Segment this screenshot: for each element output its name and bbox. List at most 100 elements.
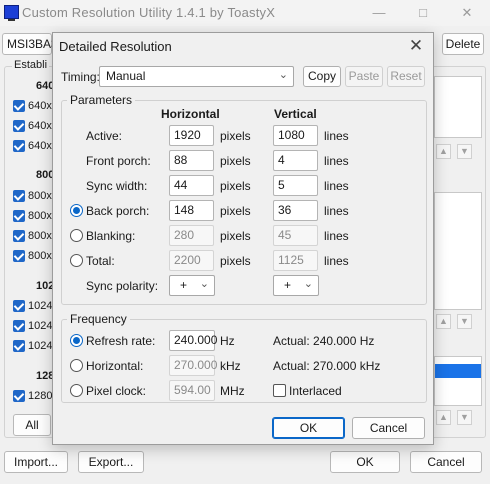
main-cancel-button[interactable]: Cancel: [410, 451, 482, 473]
horizontal-freq-radio[interactable]: [70, 359, 83, 372]
pixels-unit: pixels: [220, 229, 251, 243]
delete-button[interactable]: Delete: [442, 33, 484, 55]
list-selection[interactable]: [435, 364, 481, 378]
checkbox-800-1[interactable]: [13, 190, 25, 202]
detailed-list[interactable]: [434, 76, 482, 138]
ok-button[interactable]: OK: [272, 417, 345, 439]
refresh-rate-radio[interactable]: [70, 334, 83, 347]
sync-polarity-label: Sync polarity:: [86, 279, 159, 293]
checkbox-640-1[interactable]: [13, 100, 25, 112]
mode-label: 800x: [28, 230, 52, 242]
mode-label: 1280: [28, 390, 53, 402]
front-porch-v-input[interactable]: 4: [273, 150, 318, 171]
main-ok-button[interactable]: OK: [330, 451, 400, 473]
mode-label: 1024: [28, 340, 53, 352]
horizontal-freq-label[interactable]: Horizontal:: [86, 359, 143, 373]
mode-label: 640x: [28, 140, 52, 152]
active-h-input[interactable]: 1920: [169, 125, 214, 146]
arrow-down-icon[interactable]: ▼: [457, 144, 472, 159]
blanking-v-input[interactable]: 45: [273, 225, 318, 246]
pixels-unit: pixels: [220, 179, 251, 193]
dialog-title: Detailed Resolution: [59, 39, 172, 54]
total-label[interactable]: Total:: [86, 254, 115, 268]
checkbox-1024-2[interactable]: [13, 320, 25, 332]
lines-unit: lines: [324, 129, 349, 143]
lines-unit: lines: [324, 204, 349, 218]
timing-dropdown[interactable]: Manual ⌄: [99, 66, 294, 87]
mhz-unit: MHz: [220, 384, 245, 398]
chevron-down-icon: ⌄: [278, 69, 288, 81]
blanking-radio[interactable]: [70, 229, 83, 242]
frequency-title: Frequency: [67, 312, 130, 326]
pixel-clock-label[interactable]: Pixel clock:: [86, 384, 146, 398]
checkbox-1024-1[interactable]: [13, 300, 25, 312]
pixels-unit: pixels: [220, 254, 251, 268]
all-button[interactable]: All: [13, 414, 51, 436]
arrow-down-icon[interactable]: ▼: [457, 314, 472, 329]
khz-unit: kHz: [220, 359, 241, 373]
maximize-icon[interactable]: □: [408, 3, 438, 23]
checkbox-640-3[interactable]: [13, 140, 25, 152]
total-v-input[interactable]: 1125: [273, 250, 318, 271]
monitor-select[interactable]: MSI3BA3: [2, 33, 58, 55]
standard-list[interactable]: [434, 192, 482, 310]
sync-width-label: Sync width:: [86, 179, 148, 193]
refresh-rate-input[interactable]: 240.000: [169, 330, 217, 351]
detailed-resolution-dialog: Detailed Resolution ✕ Timing: Manual ⌄ C…: [52, 32, 434, 445]
active-v-input[interactable]: 1080: [273, 125, 318, 146]
arrow-up-icon[interactable]: ▲: [436, 144, 451, 159]
lines-unit: lines: [324, 229, 349, 243]
arrow-down-icon[interactable]: ▼: [457, 410, 472, 425]
checkbox-800-3[interactable]: [13, 230, 25, 242]
blanking-h-input[interactable]: 280: [169, 225, 214, 246]
horizontal-actual: Actual: 270.000 kHz: [273, 359, 381, 373]
reset-button[interactable]: Reset: [387, 66, 425, 87]
mode-label: 800x: [28, 210, 52, 222]
cancel-button[interactable]: Cancel: [352, 417, 425, 439]
parameters-title: Parameters: [67, 93, 136, 107]
vertical-header: Vertical: [274, 107, 317, 121]
minimize-icon[interactable]: —: [364, 3, 394, 23]
front-porch-label: Front porch:: [86, 154, 151, 168]
checkbox-640-2[interactable]: [13, 120, 25, 132]
copy-button[interactable]: Copy: [303, 66, 341, 87]
close-icon[interactable]: ✕: [452, 3, 482, 23]
arrow-up-icon[interactable]: ▲: [436, 314, 451, 329]
back-porch-label[interactable]: Back porch:: [86, 204, 149, 218]
interlaced-checkbox[interactable]: [273, 384, 286, 397]
lines-unit: lines: [324, 254, 349, 268]
horizontal-freq-input[interactable]: 270.000: [169, 355, 217, 376]
lines-unit: lines: [324, 154, 349, 168]
paste-button[interactable]: Paste: [345, 66, 383, 87]
front-porch-h-input[interactable]: 88: [169, 150, 214, 171]
arrow-up-icon[interactable]: ▲: [436, 410, 451, 425]
refresh-rate-label[interactable]: Refresh rate:: [86, 334, 155, 348]
blanking-label[interactable]: Blanking:: [86, 229, 135, 243]
checkbox-800-4[interactable]: [13, 250, 25, 262]
mode-label: 800x: [28, 250, 52, 262]
pixels-unit: pixels: [220, 204, 251, 218]
total-h-input[interactable]: 2200: [169, 250, 214, 271]
checkbox-1280-1[interactable]: [13, 390, 25, 402]
checkbox-1024-3[interactable]: [13, 340, 25, 352]
sync-polarity-h-dropdown[interactable]: + ⌄: [169, 275, 215, 296]
back-porch-radio[interactable]: [70, 204, 83, 217]
back-porch-h-input[interactable]: 148: [169, 200, 214, 221]
back-porch-v-input[interactable]: 36: [273, 200, 318, 221]
pixel-clock-input[interactable]: 594.00: [169, 380, 215, 401]
mode-label: 1024: [28, 300, 53, 312]
interlaced-label[interactable]: Interlaced: [289, 384, 342, 398]
sync-width-v-input[interactable]: 5: [273, 175, 318, 196]
export-button[interactable]: Export...: [78, 451, 144, 473]
horizontal-header: Horizontal: [161, 107, 220, 121]
sync-width-h-input[interactable]: 44: [169, 175, 214, 196]
close-icon[interactable]: ✕: [403, 35, 429, 57]
checkbox-800-2[interactable]: [13, 210, 25, 222]
extension-list[interactable]: [434, 356, 482, 406]
import-button[interactable]: Import...: [4, 451, 68, 473]
main-window-title: Custom Resolution Utility 1.4.1 by Toast…: [22, 5, 276, 20]
total-radio[interactable]: [70, 254, 83, 267]
pixel-clock-radio[interactable]: [70, 384, 83, 397]
active-label: Active:: [86, 129, 123, 143]
sync-polarity-v-dropdown[interactable]: + ⌄: [273, 275, 319, 296]
